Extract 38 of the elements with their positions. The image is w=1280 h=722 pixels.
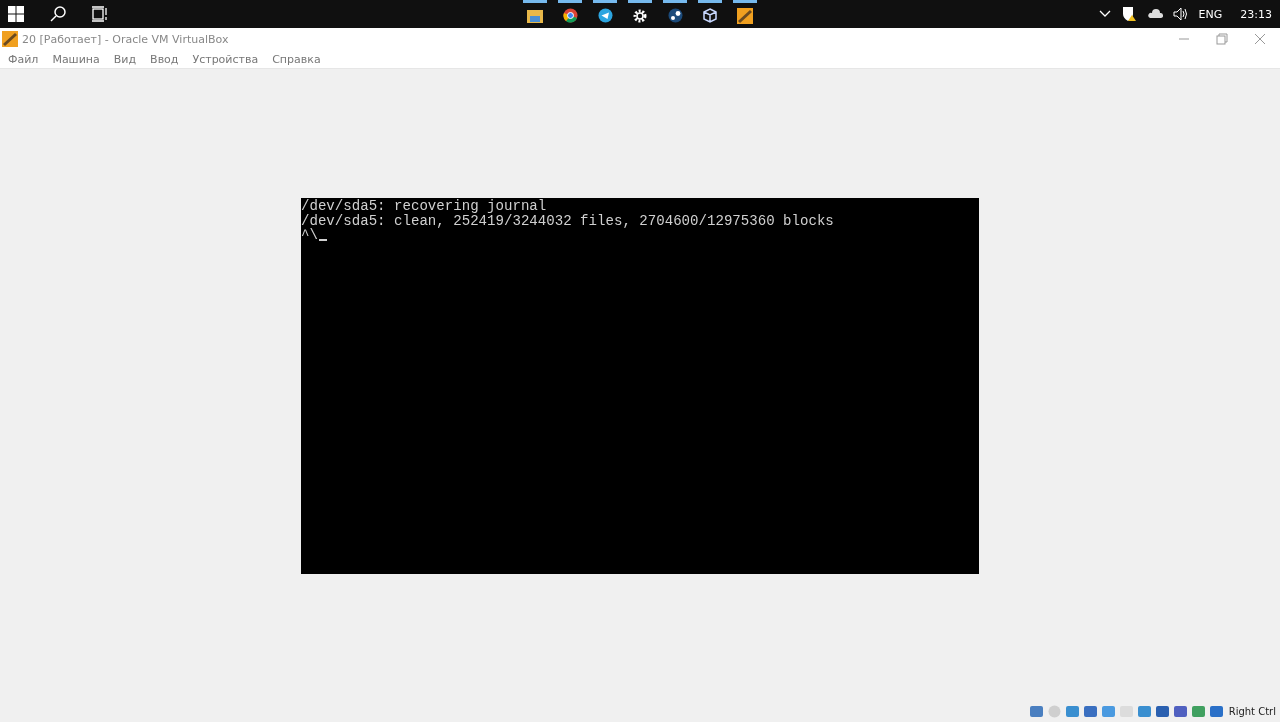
console-line: /dev/sda5: recovering journal bbox=[301, 199, 547, 214]
cube-icon bbox=[703, 8, 717, 23]
device-icon[interactable] bbox=[1190, 703, 1206, 719]
window-title: 20 [Работает] - Oracle VM VirtualBox bbox=[22, 32, 230, 46]
menu-item[interactable]: Ввод bbox=[150, 52, 179, 66]
shield-warning-icon[interactable] bbox=[1120, 6, 1137, 22]
device-icon[interactable] bbox=[1028, 703, 1044, 719]
speaker-icon[interactable] bbox=[1172, 7, 1189, 21]
device-icon[interactable] bbox=[1172, 703, 1188, 719]
device-icon[interactable] bbox=[1082, 703, 1098, 719]
vm-screen[interactable]: /dev/sda5: recovering journal /dev/sda5: clean, 252419/3244032 files, 2704600/12975360 blocks ^\ bbox=[301, 198, 979, 574]
virtualbox-icon bbox=[737, 7, 753, 24]
host-key-label: Right Ctrl bbox=[1228, 705, 1276, 717]
device-icon[interactable] bbox=[1100, 703, 1116, 719]
close-icon[interactable] bbox=[1254, 33, 1266, 45]
start-icon[interactable] bbox=[8, 6, 24, 22]
menu-item[interactable]: Файл bbox=[8, 52, 39, 66]
task-view-icon[interactable] bbox=[92, 6, 109, 22]
device-icon[interactable] bbox=[1208, 703, 1224, 719]
console-line: ^\ bbox=[301, 228, 318, 243]
chevron-up-icon[interactable] bbox=[1098, 10, 1111, 18]
search-icon[interactable] bbox=[50, 6, 66, 22]
menu-item[interactable]: Вид bbox=[113, 52, 137, 66]
browser-icon bbox=[562, 8, 578, 23]
language-indicator[interactable]: ENG bbox=[1198, 7, 1223, 21]
paper-plane-icon bbox=[597, 8, 613, 23]
device-icon[interactable] bbox=[1136, 703, 1152, 719]
console-line: /dev/sda5: clean, 252419/3244032 files, 2704600/12975360 blocks bbox=[301, 213, 834, 228]
folder-icon bbox=[527, 8, 543, 23]
menu-item[interactable]: Справка bbox=[272, 52, 321, 66]
menu-item[interactable]: Устройства bbox=[192, 52, 259, 66]
device-icon[interactable] bbox=[1154, 703, 1170, 719]
device-icon[interactable] bbox=[1064, 703, 1080, 719]
clock[interactable]: 23:13 bbox=[1240, 7, 1272, 21]
virtualbox-icon bbox=[2, 31, 18, 47]
cloud-icon[interactable] bbox=[1146, 9, 1163, 19]
menu-item[interactable]: Машина bbox=[52, 52, 100, 66]
settings-icon bbox=[633, 8, 647, 23]
